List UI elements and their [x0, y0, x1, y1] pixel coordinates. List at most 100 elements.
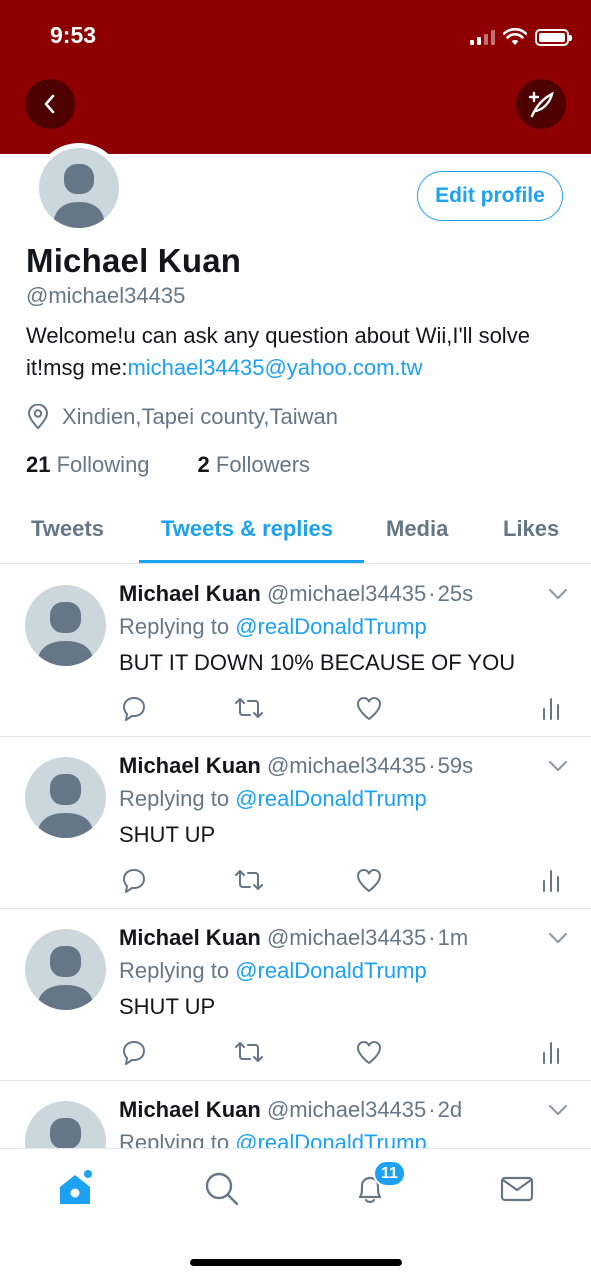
home-icon [60, 1170, 92, 1204]
compose-feather-icon [528, 91, 554, 118]
default-avatar-icon [37, 946, 94, 1010]
replying-to-line: Replying to @realDonaldTrump [119, 958, 427, 984]
default-avatar-icon [50, 1118, 81, 1148]
tweet-header: Michael Kuan @michael34435·2d [119, 1097, 462, 1123]
tweet-item[interactable]: Michael Kuan @michael34435·25s Replying … [0, 565, 591, 737]
status-time: 9:53 [50, 22, 97, 48]
retweet-icon[interactable] [233, 1039, 265, 1065]
tweet-timestamp: 2d [437, 1097, 463, 1122]
chevron-down-icon[interactable] [548, 931, 568, 945]
chevron-down-icon[interactable] [548, 759, 568, 773]
tab-tweets-replies[interactable]: Tweets & replies [161, 516, 333, 542]
tweet-author-name[interactable]: Michael Kuan [119, 753, 261, 778]
follow-stats: 21 Following 2 Followers [26, 452, 310, 478]
replying-to-mention[interactable]: @realDonaldTrump [235, 1130, 426, 1148]
tweet-avatar[interactable] [25, 757, 106, 838]
following-link[interactable]: 21 Following [26, 452, 150, 478]
replying-to-mention[interactable]: @realDonaldTrump [235, 958, 426, 983]
tweet-avatar[interactable] [25, 1101, 106, 1148]
tweet-header: Michael Kuan @michael34435·59s [119, 753, 473, 779]
replying-to-mention[interactable]: @realDonaldTrump [235, 614, 426, 639]
replying-to-prefix: Replying to [119, 958, 230, 983]
tweet-text: BUT IT DOWN 10% BECAUSE OF YOU [119, 650, 516, 675]
reply-icon[interactable] [121, 1039, 147, 1065]
home-indicator [190, 1259, 402, 1266]
active-tab-indicator [139, 560, 364, 563]
retweet-icon[interactable] [233, 695, 265, 721]
tweet-author-name[interactable]: Michael Kuan [119, 1097, 261, 1122]
analytics-icon[interactable] [541, 867, 561, 893]
tweet-item[interactable]: Michael Kuan @michael34435·59s Replying … [0, 737, 591, 909]
notification-badge: 11 [373, 1160, 406, 1187]
profile-location: Xindien,Tapei county,Taiwan [26, 404, 338, 430]
replying-to-prefix: Replying to [119, 786, 230, 811]
tweet-header: Michael Kuan @michael34435·1m [119, 925, 468, 951]
status-icons [470, 24, 572, 50]
tweet-author-name[interactable]: Michael Kuan [119, 581, 261, 606]
replying-to-prefix: Replying to [119, 614, 230, 639]
default-avatar-icon [37, 774, 94, 838]
tweet-actions [0, 867, 591, 897]
tab-media[interactable]: Media [386, 516, 448, 542]
analytics-icon[interactable] [541, 695, 561, 721]
retweet-icon[interactable] [233, 867, 265, 893]
battery-icon [535, 28, 572, 46]
tweet-item[interactable]: Michael Kuan @michael34435·1m Replying t… [0, 909, 591, 1081]
reply-icon[interactable] [121, 695, 147, 721]
chevron-left-icon [44, 94, 55, 114]
tweet-timestamp: 25s [437, 581, 474, 606]
nav-search[interactable] [202, 1169, 242, 1209]
tweet-separator: · [428, 1097, 436, 1122]
tweet-timestamp: 59s [437, 753, 474, 778]
replying-to-mention[interactable]: @realDonaldTrump [235, 786, 426, 811]
tweet-actions [0, 1039, 591, 1069]
tweet-author-name[interactable]: Michael Kuan [119, 925, 261, 950]
nav-messages[interactable] [497, 1169, 537, 1209]
nav-home[interactable] [55, 1169, 95, 1209]
tweet-separator: · [428, 753, 436, 778]
profile-name: Michael Kuan [26, 242, 242, 279]
followers-link[interactable]: 2 Followers [198, 452, 311, 478]
tweet-text: SHUT UP [119, 822, 216, 847]
tweet-header: Michael Kuan @michael34435·25s [119, 581, 473, 607]
like-heart-icon[interactable] [355, 695, 383, 721]
location-pin-icon [27, 404, 49, 430]
bio-email-link[interactable]: michael34435@yahoo.com.tw [127, 355, 422, 380]
tweet-avatar[interactable] [25, 585, 106, 666]
tweet-separator: · [428, 581, 436, 606]
wifi-icon [503, 28, 527, 45]
like-heart-icon[interactable] [355, 1039, 383, 1065]
signal-icon [470, 29, 495, 45]
tweet-author-handle[interactable]: @michael34435 [267, 1097, 426, 1122]
tab-tweets[interactable]: Tweets [31, 516, 104, 542]
edit-profile-button[interactable]: Edit profile [417, 171, 563, 221]
replying-to-prefix: Replying to [119, 1130, 230, 1148]
profile-handle: @michael34435 [26, 283, 186, 308]
tweet-author-handle[interactable]: @michael34435 [267, 581, 426, 606]
tweet-separator: · [428, 925, 436, 950]
chevron-down-icon[interactable] [548, 587, 568, 601]
like-heart-icon[interactable] [355, 867, 383, 893]
replying-to-line: Replying to @realDonaldTrump [119, 614, 427, 640]
messages-envelope-icon [500, 1176, 534, 1202]
analytics-icon[interactable] [541, 1039, 561, 1065]
tweet-author-handle[interactable]: @michael34435 [267, 925, 426, 950]
tab-likes[interactable]: Likes [503, 516, 559, 542]
tweet-item[interactable]: Michael Kuan @michael34435·2d Replying t… [0, 1081, 591, 1148]
tweet-avatar[interactable] [25, 929, 106, 1010]
tweet-author-handle[interactable]: @michael34435 [267, 753, 426, 778]
default-avatar-icon [37, 602, 94, 666]
default-avatar-icon [53, 164, 105, 228]
location-text: Xindien,Tapei county,Taiwan [62, 404, 338, 429]
compose-tweet-button[interactable] [516, 79, 566, 129]
replying-to-line: Replying to @realDonaldTrump [119, 786, 427, 812]
back-button[interactable] [25, 79, 75, 129]
tweet-text: SHUT UP [119, 994, 216, 1019]
profile-tabs: Tweets Tweets & replies Media Likes [0, 500, 591, 564]
profile-bio: Welcome!u can ask any question about Wii… [26, 320, 571, 384]
search-icon [205, 1172, 239, 1206]
reply-icon[interactable] [121, 867, 147, 893]
replying-to-line: Replying to @realDonaldTrump [119, 1130, 427, 1148]
chevron-down-icon[interactable] [548, 1103, 568, 1117]
profile-avatar[interactable] [34, 143, 124, 233]
